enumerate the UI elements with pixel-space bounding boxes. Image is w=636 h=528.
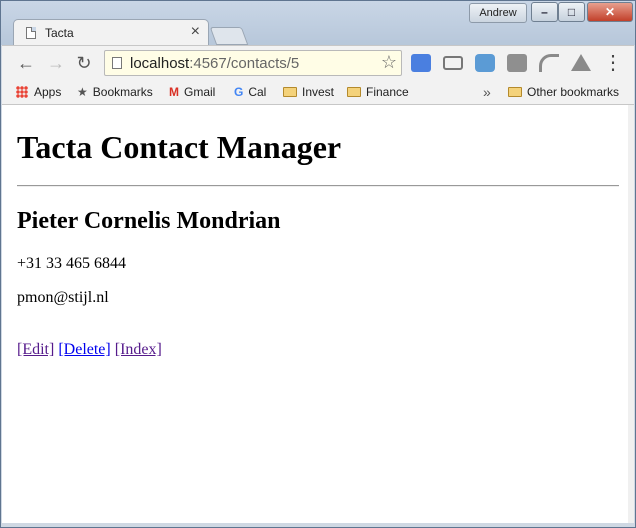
page-content: Tacta Contact Manager Pieter Cornelis Mo… [2, 105, 628, 523]
folder-icon [283, 87, 297, 97]
url-host: localhost [130, 55, 190, 72]
index-link[interactable]: [Index] [115, 341, 162, 358]
bookmark-finance[interactable]: Finance [347, 83, 409, 101]
drive-icon[interactable] [571, 54, 591, 71]
bookmark-label: Finance [366, 85, 409, 99]
menu-icon[interactable]: ⋮ [603, 53, 623, 73]
bookmark-bookmarks[interactable]: ★ Bookmarks [77, 83, 153, 101]
browser-toolbar: ← → ↻ localhost:4567/contacts/5 ☆ ⋮ [2, 45, 634, 80]
camera-extension-icon[interactable] [475, 54, 495, 72]
close-window-button[interactable]: ✕ [587, 2, 633, 22]
bookmark-apps[interactable]: Apps [16, 83, 61, 101]
contact-phone: +31 33 465 6844 [17, 255, 127, 272]
tab-title: Tacta [45, 26, 74, 40]
back-arrow-icon[interactable]: ← [16, 53, 36, 73]
apps-grid-icon [16, 86, 28, 98]
minimize-icon: – [541, 5, 548, 19]
gmail-icon: M [169, 85, 179, 99]
bookmark-label: Gmail [184, 85, 216, 99]
action-links: [Edit] [Delete] [Index] [17, 341, 162, 359]
translate-extension-icon[interactable] [411, 54, 431, 72]
window-frame-bottom [1, 523, 635, 527]
edit-link[interactable]: [Edit] [17, 341, 54, 358]
bookmark-label: Apps [34, 85, 62, 99]
title-bar: Tacta × Andrew – □ ✕ [1, 1, 635, 46]
new-tab-button[interactable] [209, 27, 249, 45]
forward-arrow-icon[interactable]: → [46, 53, 66, 73]
contact-email: pmon@stijl.nl [17, 289, 109, 306]
page-title: Tacta Contact Manager [17, 129, 342, 165]
bookmark-label: Invest [302, 85, 335, 99]
maximize-button[interactable]: □ [558, 2, 585, 22]
contact-name: Pieter Cornelis Mondrian [17, 208, 281, 234]
cast-icon[interactable] [443, 56, 463, 70]
minimize-button[interactable]: – [531, 2, 558, 22]
folder-icon [508, 87, 522, 97]
bookmark-star-icon[interactable]: ☆ [381, 52, 397, 73]
extension-icon[interactable] [507, 54, 527, 72]
bookmark-cal[interactable]: G Cal [234, 83, 266, 101]
url-text[interactable]: localhost:4567/contacts/5 [130, 55, 299, 72]
maximize-icon: □ [567, 5, 576, 19]
google-icon: G [234, 85, 244, 99]
bookmarks-overflow-icon[interactable]: » [483, 83, 491, 101]
bookmark-label: Bookmarks [92, 85, 153, 99]
address-bar[interactable]: localhost:4567/contacts/5 ☆ [104, 50, 402, 76]
close-icon: ✕ [604, 5, 616, 19]
url-path: :4567/contacts/5 [189, 55, 300, 72]
star-icon: ★ [77, 85, 88, 99]
bookmark-invest[interactable]: Invest [283, 83, 334, 101]
bookmark-label: Other bookmarks [527, 85, 620, 99]
bookmarks-bar: Apps ★ Bookmarks M Gmail G Cal Invest Finan… [2, 80, 634, 105]
page-favicon-icon [26, 27, 36, 39]
page-info-icon[interactable] [112, 57, 122, 69]
feed-extension-icon[interactable] [539, 54, 559, 72]
reload-icon[interactable]: ↻ [74, 53, 94, 73]
bookmark-label: Cal [248, 85, 267, 99]
bookmark-gmail[interactable]: M Gmail [169, 83, 215, 101]
profile-button[interactable]: Andrew [469, 3, 527, 23]
browser-window: Tacta × Andrew – □ ✕ ← → ↻ localhost:456… [0, 0, 636, 528]
divider [17, 185, 619, 187]
bookmark-other[interactable]: Other bookmarks [508, 83, 619, 101]
window-edge [628, 105, 634, 523]
tab-tacta[interactable]: Tacta × [13, 19, 209, 46]
tab-close-icon[interactable]: × [191, 23, 200, 41]
delete-link[interactable]: [Delete] [58, 341, 110, 358]
folder-icon [347, 87, 361, 97]
